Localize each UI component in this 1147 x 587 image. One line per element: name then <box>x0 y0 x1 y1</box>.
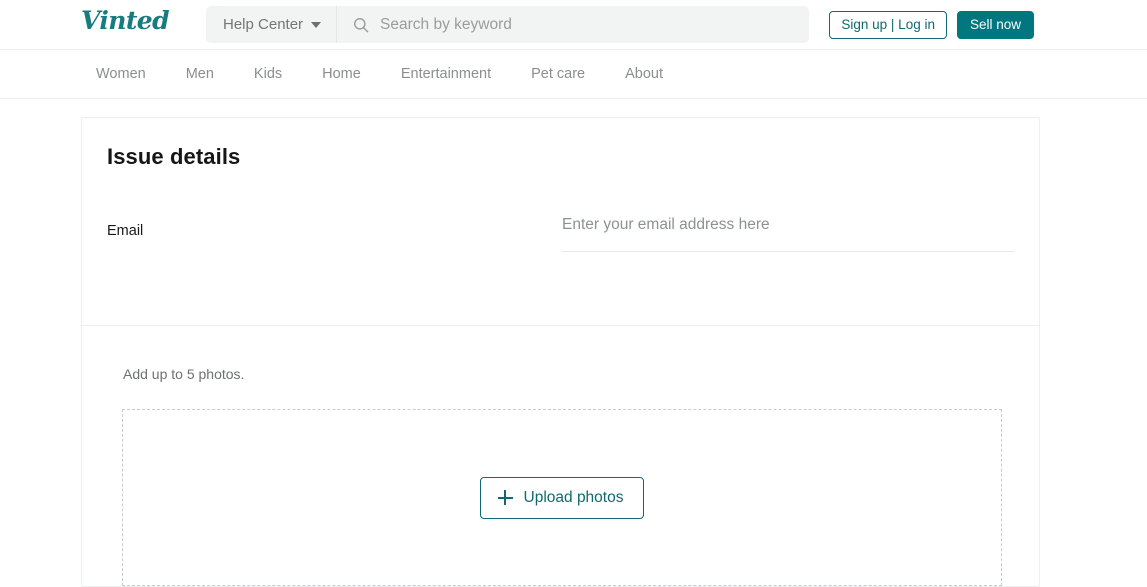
email-field-row: Email <box>82 170 1039 325</box>
sell-now-button[interactable]: Sell now <box>956 11 1034 39</box>
signup-login-button[interactable]: Sign up | Log in <box>829 11 947 39</box>
help-center-dropdown[interactable]: Help Center <box>206 6 336 43</box>
nav-item-pet-care[interactable]: Pet care <box>531 66 585 82</box>
search-icon <box>353 17 369 33</box>
chevron-down-icon <box>311 21 322 28</box>
search-bar: Help Center <box>206 6 809 43</box>
upload-photos-label: Upload photos <box>523 488 624 506</box>
email-field-label: Email <box>107 223 144 239</box>
vinted-logo[interactable]: Vinted <box>81 7 170 35</box>
header-actions: Sign up | Log in Sell now <box>829 11 1034 39</box>
help-center-label: Help Center <box>223 16 304 33</box>
photos-hint-text: Add up to 5 photos. <box>123 366 245 382</box>
search-field-group <box>337 6 809 43</box>
plus-icon <box>497 490 513 505</box>
nav-item-home[interactable]: Home <box>322 66 361 82</box>
issue-details-card: Issue details Email Add up to 5 photos. … <box>81 117 1040 587</box>
upload-photos-button[interactable]: Upload photos <box>479 476 645 519</box>
site-header: Vinted Help Center Sign up | Log in Sell… <box>0 0 1147 50</box>
nav-item-entertainment[interactable]: Entertainment <box>401 66 491 82</box>
nav-item-women[interactable]: Women <box>96 66 146 82</box>
page-content: Issue details Email Add up to 5 photos. … <box>0 99 1147 587</box>
photos-section: Add up to 5 photos. Upload photos <box>82 326 1039 586</box>
email-field[interactable] <box>562 216 1014 252</box>
nav-item-kids[interactable]: Kids <box>254 66 282 82</box>
photo-dropzone[interactable]: Upload photos <box>122 409 1002 586</box>
email-field-control <box>562 216 1014 252</box>
nav-item-men[interactable]: Men <box>186 66 214 82</box>
search-input[interactable] <box>380 6 809 43</box>
category-navbar: Women Men Kids Home Entertainment Pet ca… <box>0 50 1147 99</box>
nav-item-about[interactable]: About <box>625 66 663 82</box>
page-title: Issue details <box>107 144 241 169</box>
